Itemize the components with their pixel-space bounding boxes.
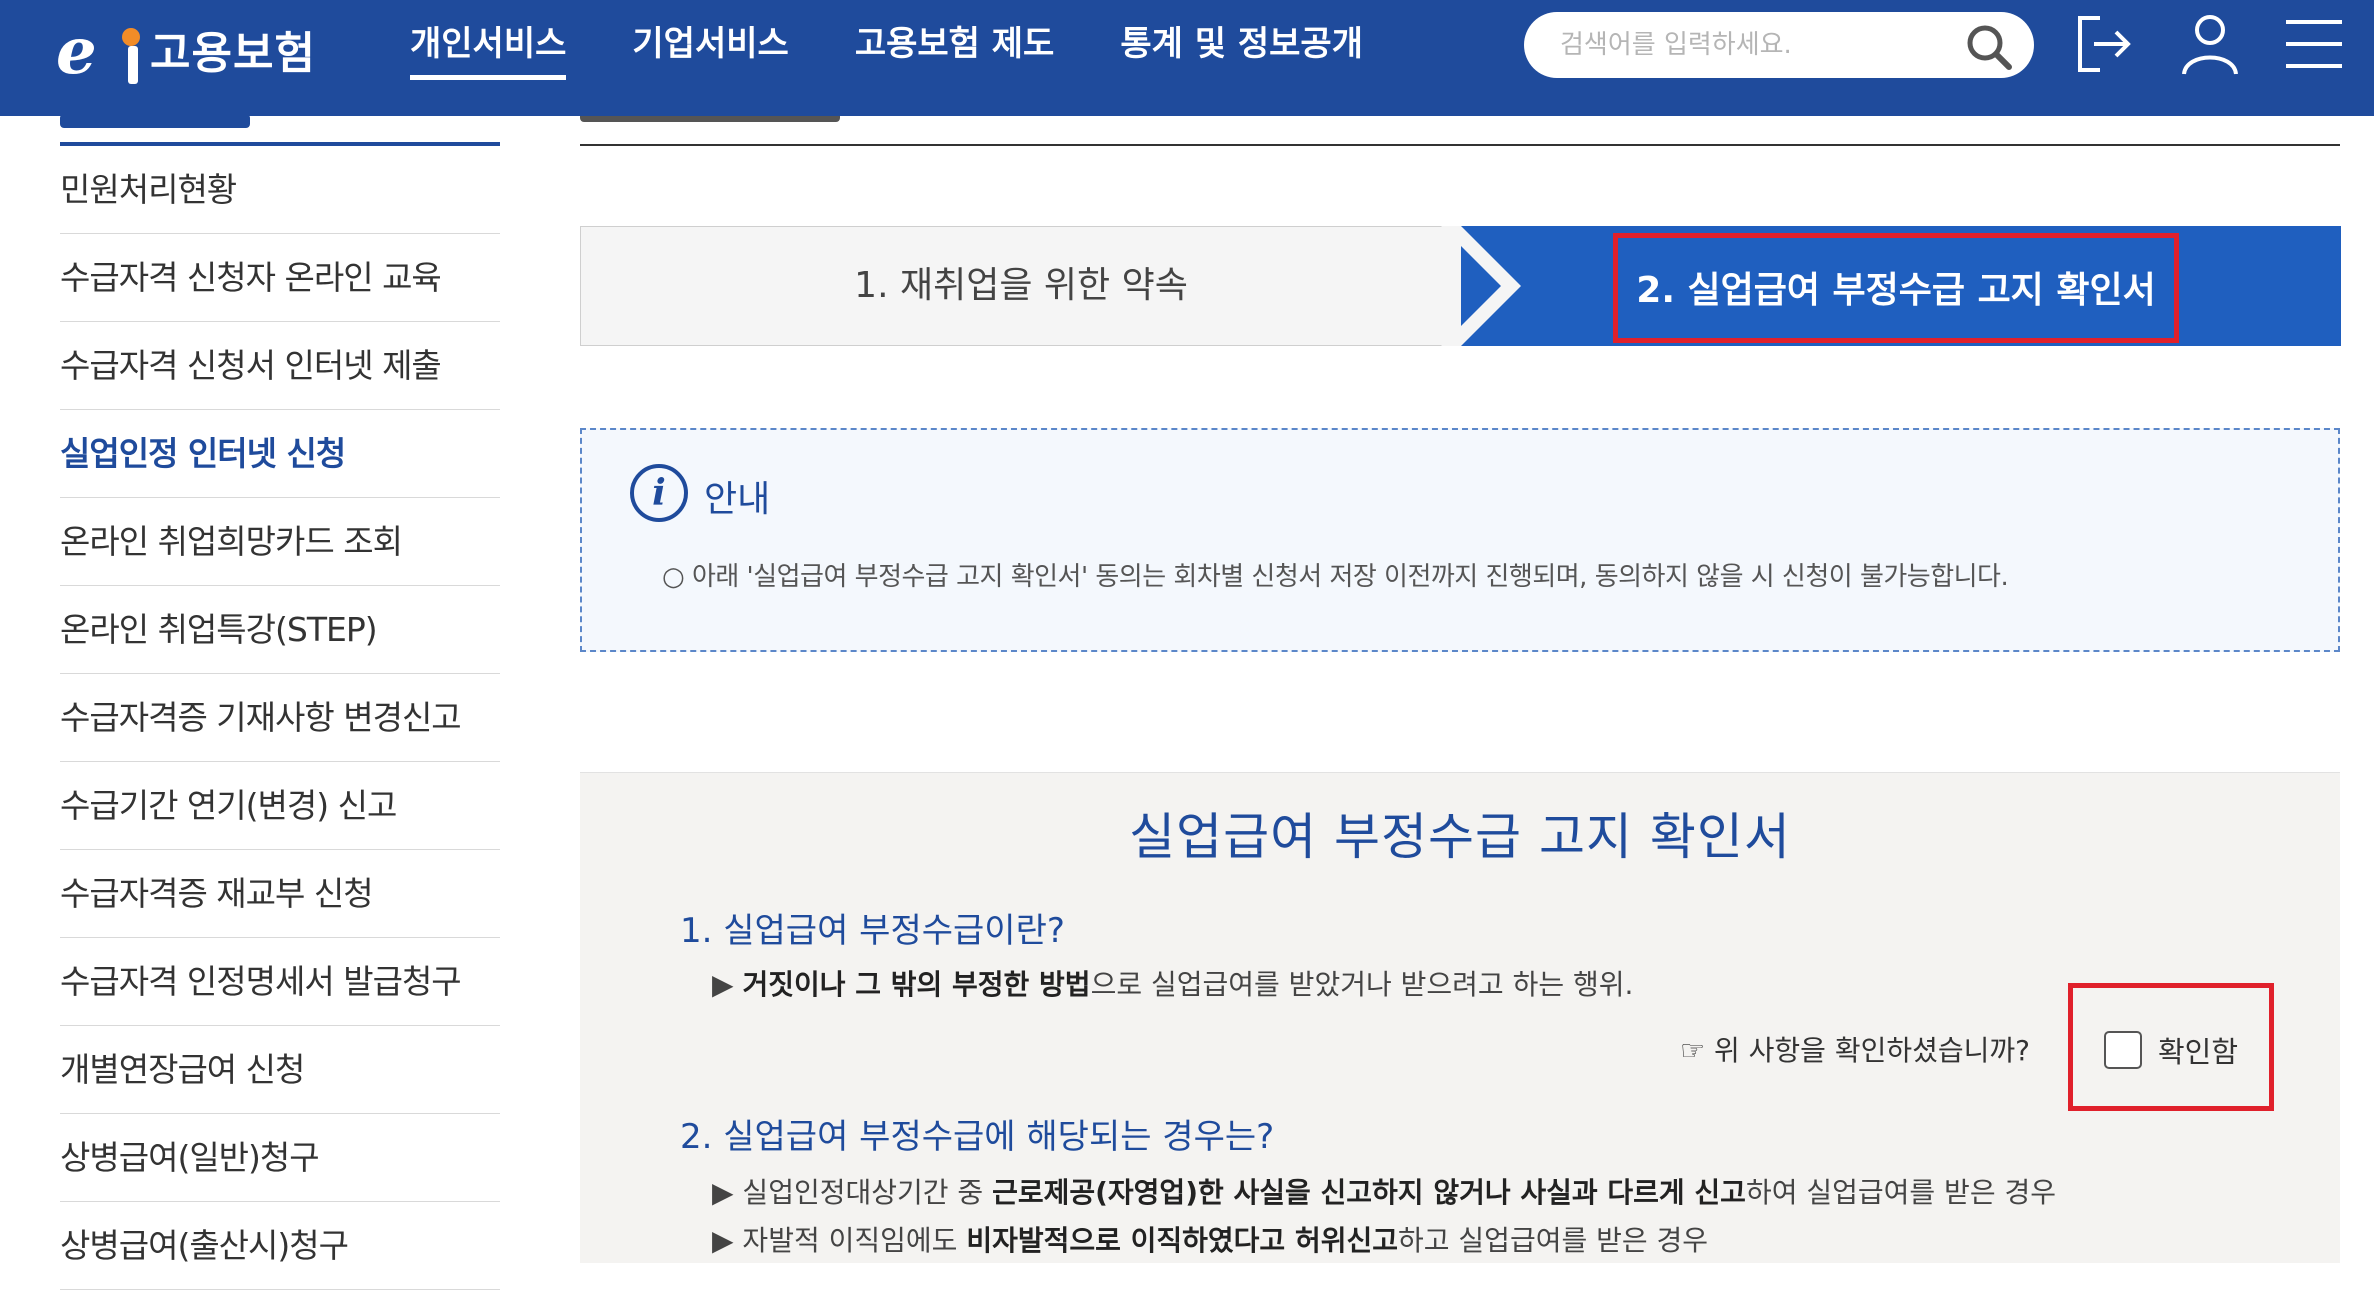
step-indicator: 1. 재취업을 위한 약속 2. 실업급여 부정수급 고지 확인서 — [580, 226, 2341, 346]
nav-business-services[interactable]: 기업서비스 — [632, 18, 788, 80]
sidebar-item-certificate-request[interactable]: 수급자격 인정명세서 발급청구 — [60, 938, 500, 1026]
logo-text: 고용보험 — [150, 28, 316, 79]
search-input[interactable] — [1560, 20, 1940, 70]
page-title-divider — [580, 144, 2340, 146]
question-2-bullet-2: ▶ 자발적 이직임에도 비자발적으로 이직하였다고 허위신고하고 실업급여를 받… — [712, 1219, 1708, 1259]
bullet-marker: ▶ — [712, 968, 743, 1001]
confirm-label[interactable]: 확인함 — [2158, 1029, 2238, 1071]
page-title-clipped — [580, 116, 880, 124]
sidebar-item-application-submit[interactable]: 수급자격 신청서 인터넷 제출 — [60, 322, 500, 410]
info-icon: i — [630, 464, 688, 522]
sidebar-title-clipped — [60, 116, 500, 140]
sidebar: 민원처리현황 수급자격 신청자 온라인 교육 수급자격 신청서 인터넷 제출 실… — [60, 146, 500, 1290]
question-2: 2. 실업급여 부정수급에 해당되는 경우는? — [680, 1117, 1275, 1157]
sidebar-item-sickness-general[interactable]: 상병급여(일반)청구 — [60, 1114, 500, 1202]
confirm-question: ☞ 위 사항을 확인하셨습니까? — [1680, 1034, 2031, 1067]
bullet-text: 하고 실업급여를 받은 경우 — [1398, 1224, 1709, 1257]
question-2-bullet-1: ▶ 실업인정대상기간 중 근로제공(자영업)한 사실을 신고하지 않거나 사실과… — [712, 1171, 2056, 1211]
sidebar-item-sickness-childbirth[interactable]: 상병급여(출산시)청구 — [60, 1202, 500, 1290]
notice-title: 안내 — [704, 479, 771, 520]
nav-personal-services[interactable]: 개인서비스 — [410, 18, 567, 80]
nav-statistics[interactable]: 통계 및 정보공개 — [1120, 18, 1363, 80]
user-icon[interactable] — [2176, 10, 2244, 78]
step-1: 1. 재취업을 위한 약속 — [854, 265, 1188, 306]
bullet-text: 하여 실업급여를 받은 경우 — [1745, 1176, 2056, 1209]
nav-insurance-system[interactable]: 고용보험 제도 — [855, 18, 1055, 80]
bullet-text: 으로 실업급여를 받았거나 받으려고 하는 행위. — [1090, 968, 1634, 1001]
sidebar-item-change-report[interactable]: 수급자격증 기재사항 변경신고 — [60, 674, 500, 762]
form-title: 실업급여 부정수급 고지 확인서 — [1129, 808, 1791, 866]
question-1: 1. 실업급여 부정수급이란? — [680, 911, 1065, 951]
sidebar-item-job-card[interactable]: 온라인 취업희망카드 조회 — [60, 498, 500, 586]
sidebar-item-complaint-status[interactable]: 민원처리현황 — [60, 146, 500, 234]
logout-icon[interactable] — [2070, 10, 2138, 78]
confirm-checkbox[interactable] — [2104, 1031, 2142, 1069]
main-nav: 개인서비스 기업서비스 고용보험 제도 통계 및 정보공개 — [410, 18, 1429, 80]
sidebar-item-step-lecture[interactable]: 온라인 취업특강(STEP) — [60, 586, 500, 674]
bullet-text: ▶ 자발적 이직임에도 — [712, 1224, 967, 1257]
sidebar-item-online-education[interactable]: 수급자격 신청자 온라인 교육 — [60, 234, 500, 322]
search-icon[interactable] — [1964, 22, 2014, 72]
search-box — [1524, 12, 2034, 78]
site-logo[interactable]: e 고용보험 — [56, 14, 316, 84]
site-header: e 고용보험 개인서비스 기업서비스 고용보험 제도 통계 및 정보공개 — [0, 0, 2374, 116]
sidebar-item-individual-extension[interactable]: 개별연장급여 신청 — [60, 1026, 500, 1114]
bullet-emphasis: 근로제공(자영업)한 사실을 신고하지 않거나 사실과 다르게 신고 — [992, 1176, 1746, 1209]
step-2-current: 2. 실업급여 부정수급 고지 확인서 — [1613, 233, 2179, 343]
bullet-emphasis: 비자발적으로 이직하였다고 허위신고 — [966, 1224, 1398, 1257]
fraud-notice-form: 실업급여 부정수급 고지 확인서 1. 실업급여 부정수급이란? ▶ 거짓이나 … — [580, 772, 2340, 1263]
bullet-emphasis: 거짓이나 그 밖의 부정한 방법 — [742, 968, 1091, 1001]
question-1-bullet: ▶ 거짓이나 그 밖의 부정한 방법으로 실업급여를 받았거나 받으려고 하는 … — [712, 963, 1633, 1003]
notice-box: i 안내 ○ 아래 '실업급여 부정수급 고지 확인서' 동의는 회차별 신청서… — [580, 428, 2340, 652]
notice-text: ○ 아래 '실업급여 부정수급 고지 확인서' 동의는 회차별 신청서 저장 이… — [662, 562, 2009, 592]
menu-icon[interactable] — [2280, 10, 2348, 78]
logo-mark-icon: e — [56, 14, 140, 84]
sidebar-item-unemployment-recognition[interactable]: 실업인정 인터넷 신청 — [60, 410, 500, 498]
bullet-text: ▶ 실업인정대상기간 중 — [712, 1176, 993, 1209]
sidebar-item-period-extension[interactable]: 수급기간 연기(변경) 신고 — [60, 762, 500, 850]
sidebar-item-reissue[interactable]: 수급자격증 재교부 신청 — [60, 850, 500, 938]
